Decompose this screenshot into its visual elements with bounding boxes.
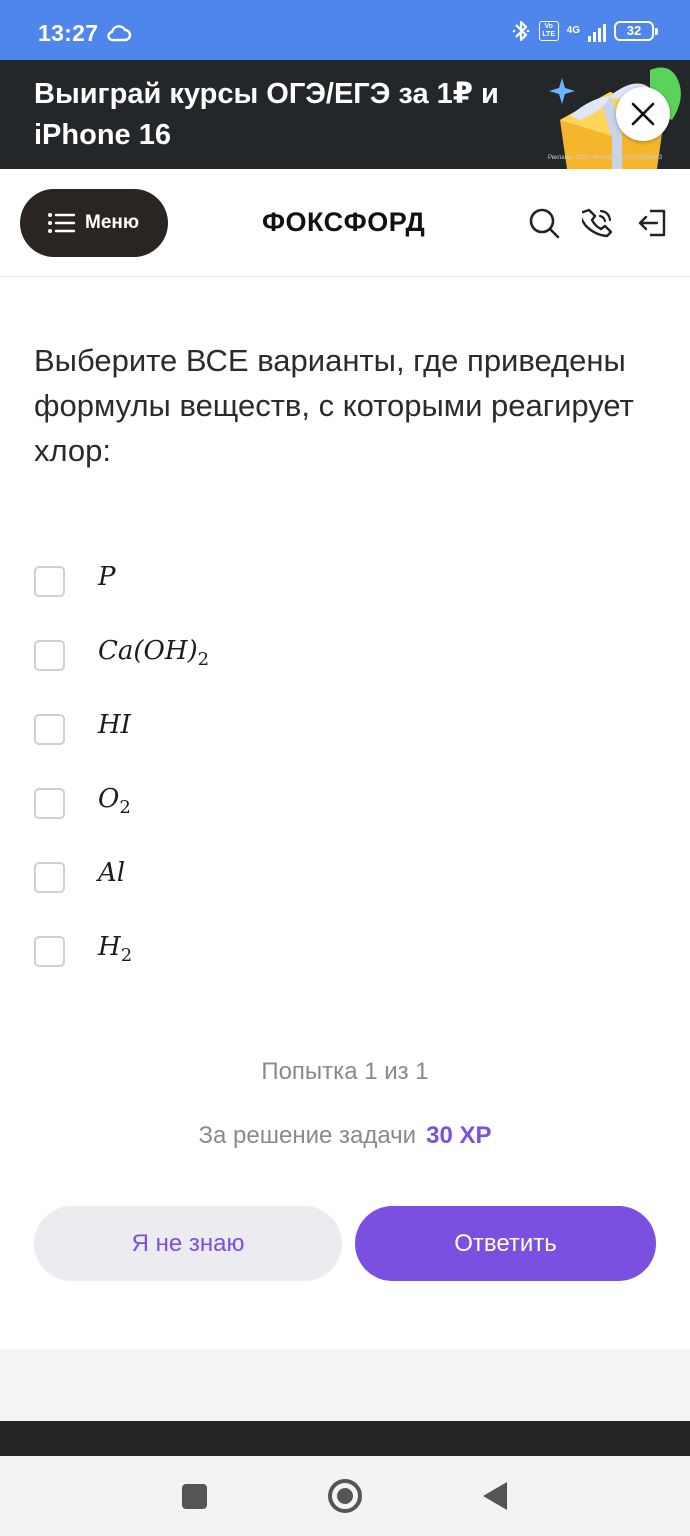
close-banner-button[interactable] [616,87,670,141]
attempt-counter: Попытка 1 из 1 [261,1058,429,1085]
page-footer-spacer [0,1349,690,1421]
option-checkbox[interactable] [34,936,65,967]
search-icon[interactable] [528,207,560,239]
foxford-logo[interactable]: ФОКСФОРД [262,207,425,238]
phone-icon[interactable] [582,207,614,239]
answer-options: P Ca(OH)2 HI O2 Al H2 [34,560,654,1004]
option-formula: Ca(OH)2 [98,636,210,670]
option-formula: H2 [98,932,133,966]
dark-footer [0,1421,690,1456]
home-icon[interactable] [328,1479,362,1513]
bluetooth-icon [512,20,529,42]
dont-know-button[interactable]: Я не знаю [34,1206,342,1281]
reward-label: За решение задачи [198,1122,417,1149]
option-checkbox[interactable] [34,640,65,671]
menu-label: Меню [85,212,140,233]
recent-apps-icon[interactable] [182,1484,207,1509]
option-item[interactable]: O2 [34,782,654,856]
option-item[interactable]: Al [34,856,654,930]
close-icon [631,102,655,126]
site-header: Меню ФОКСФОРД [0,169,690,277]
ad-note: Реклама. ООО «Фоксфорд» 2VSb5yfaib3 [548,155,662,161]
option-item[interactable]: Ca(OH)2 [34,634,654,708]
status-icons: Vo LTE 4G 32 [511,18,658,44]
status-time: 13:27 [38,20,99,46]
option-checkbox[interactable] [34,788,65,819]
battery-level: 32 [626,23,642,38]
login-icon[interactable] [636,207,668,239]
menu-button[interactable]: Меню [20,189,168,257]
option-checkbox[interactable] [34,714,65,745]
system-nav-bar [0,1456,690,1536]
option-formula: O2 [98,784,131,818]
reward-info: За решение задачи 30 XP [0,1122,690,1150]
back-icon[interactable] [483,1482,507,1510]
option-formula: HI [98,710,131,740]
list-menu-icon [48,213,75,233]
question-text: Выберите ВСЕ варианты, где приведены фор… [34,343,634,468]
option-formula: P [98,562,116,592]
reward-xp: 30 XP [426,1122,492,1149]
option-checkbox[interactable] [34,566,65,597]
option-formula: Al [98,858,126,888]
network-type-label: 4G [566,25,580,36]
signal-icon: 4G [567,26,580,36]
promo-banner[interactable]: Выиграй курсы ОГЭ/ЕГЭ за 1₽ и iPhone 16 … [0,60,690,169]
answer-button[interactable]: Ответить [355,1206,656,1281]
option-item[interactable]: HI [34,708,654,782]
signal-bars-icon [588,20,606,42]
cloud-icon [107,25,132,42]
screen: 13:27 Vo LTE 4G 32 Выиграй курсы ОГЭ/ЕГЭ… [0,0,690,1536]
status-bar: 13:27 Vo LTE 4G 32 [0,0,690,60]
promo-title: Выиграй курсы ОГЭ/ЕГЭ за 1₽ и iPhone 16 [34,78,499,151]
option-item[interactable]: H2 [34,930,654,1004]
option-item[interactable]: P [34,560,654,634]
battery-icon: 32 [614,21,658,41]
option-checkbox[interactable] [34,862,65,893]
volte-icon: Vo LTE [538,21,559,41]
